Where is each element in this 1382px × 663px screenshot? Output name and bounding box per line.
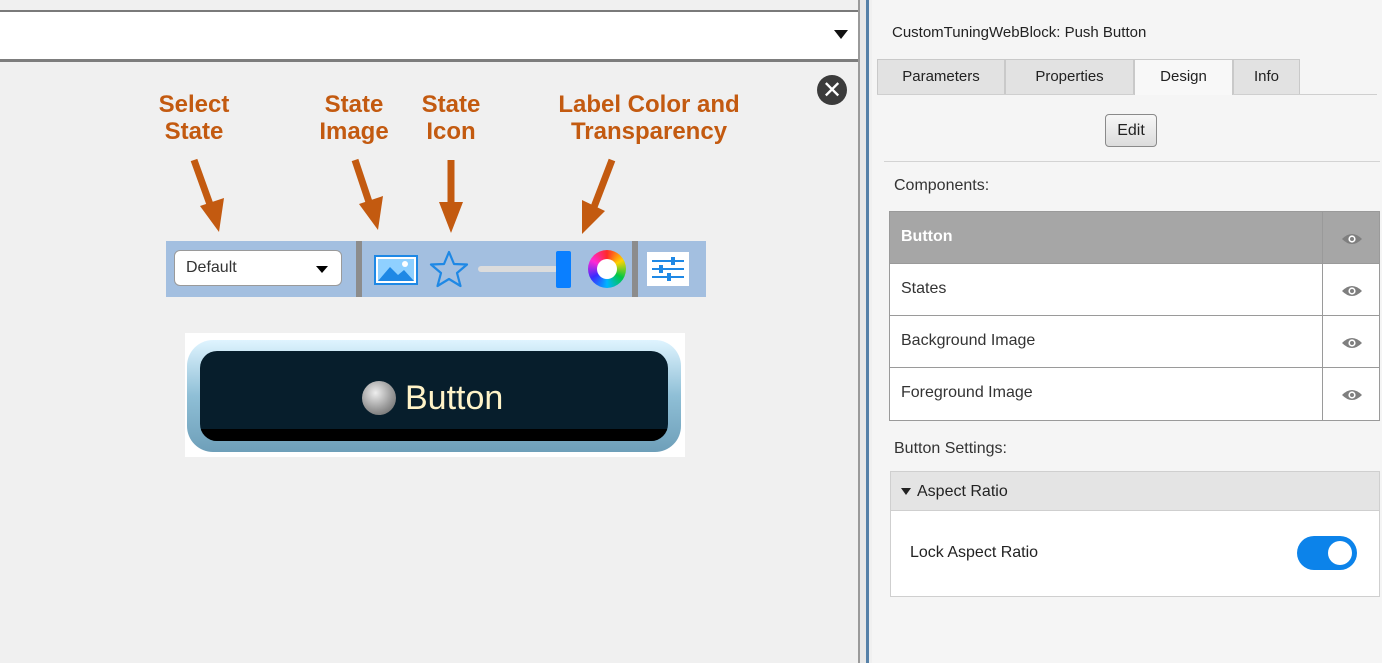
component-row-button[interactable]: Button	[890, 212, 1379, 264]
tab-design[interactable]: Design	[1134, 59, 1233, 95]
components-label: Components:	[894, 177, 990, 194]
sliders-icon[interactable]	[647, 252, 689, 286]
aspect-ratio-header[interactable]: Aspect Ratio	[891, 472, 1379, 511]
visibility-toggle[interactable]	[1322, 264, 1380, 315]
view-dropdown-bar[interactable]	[0, 12, 858, 59]
arrow-label-color	[582, 158, 616, 234]
callout-select-state: Select State	[158, 91, 230, 145]
arrow-select-state	[190, 158, 224, 232]
component-row-foreground-image[interactable]: Foreground Image	[890, 368, 1379, 420]
eye-icon	[1342, 338, 1362, 348]
aspect-ratio-section: Aspect Ratio Lock Aspect Ratio	[890, 471, 1380, 597]
component-name: Background Image	[901, 332, 1036, 349]
state-toolbar: Default	[166, 241, 706, 297]
push-button-face: Button	[200, 351, 668, 441]
button-preview: Button	[185, 333, 685, 457]
transparency-slider-thumb[interactable]	[556, 251, 571, 288]
star-icon[interactable]	[429, 249, 469, 289]
arrow-state-icon	[439, 160, 463, 233]
toolbar-divider	[632, 241, 638, 297]
eye-icon	[1342, 234, 1362, 244]
inspector-title: CustomTuningWebBlock: Push Button	[892, 24, 1147, 41]
callout-state-image: State Image	[319, 91, 389, 145]
property-inspector: CustomTuningWebBlock: Push Button Parame…	[872, 0, 1382, 663]
transparency-slider-track[interactable]	[478, 266, 558, 272]
component-name: States	[901, 280, 947, 297]
editor-pane: ✕ Select State State Image State Icon La…	[0, 0, 858, 663]
chevron-down-icon	[316, 266, 328, 273]
eye-icon	[1342, 286, 1362, 296]
component-name: Button	[901, 228, 953, 245]
visibility-toggle[interactable]	[1322, 316, 1380, 367]
push-button[interactable]: Button	[187, 340, 681, 452]
eye-icon	[1342, 390, 1362, 400]
arrow-state-image	[351, 158, 383, 230]
tab-properties[interactable]: Properties	[1005, 59, 1134, 94]
close-icon[interactable]: ✕	[817, 75, 847, 105]
components-list: Button States Background Image Foregroun…	[889, 211, 1380, 421]
component-row-background-image[interactable]: Background Image	[890, 316, 1379, 368]
lock-aspect-ratio-label: Lock Aspect Ratio	[910, 544, 1039, 561]
divider	[0, 59, 858, 62]
status-lamp-icon	[362, 381, 396, 415]
edit-button[interactable]: Edit	[1105, 114, 1157, 147]
image-icon[interactable]	[374, 255, 418, 285]
lock-aspect-ratio-toggle[interactable]	[1297, 536, 1357, 570]
tab-info[interactable]: Info	[1233, 59, 1300, 94]
pane-splitter[interactable]	[858, 0, 869, 663]
color-wheel-icon[interactable]	[588, 250, 626, 288]
divider	[884, 161, 1380, 162]
tab-parameters[interactable]: Parameters	[877, 59, 1005, 94]
state-select[interactable]: Default	[174, 250, 342, 286]
callout-state-icon: State Icon	[421, 91, 481, 145]
visibility-toggle[interactable]	[1322, 368, 1380, 420]
button-settings-label: Button Settings:	[894, 440, 1007, 457]
aspect-ratio-title: Aspect Ratio	[917, 483, 1008, 500]
push-button-label: Button	[405, 379, 504, 417]
caret-down-icon	[901, 488, 911, 495]
state-select-value: Default	[186, 259, 237, 276]
inspector-tabs: Parameters Properties Design Info	[877, 59, 1377, 95]
toolbar-divider	[356, 241, 362, 297]
component-name: Foreground Image	[901, 384, 1033, 401]
visibility-toggle[interactable]	[1322, 212, 1380, 263]
chevron-down-icon[interactable]	[834, 30, 848, 39]
component-row-states[interactable]: States	[890, 264, 1379, 316]
callout-label-color: Label Color and Transparency	[558, 91, 740, 145]
